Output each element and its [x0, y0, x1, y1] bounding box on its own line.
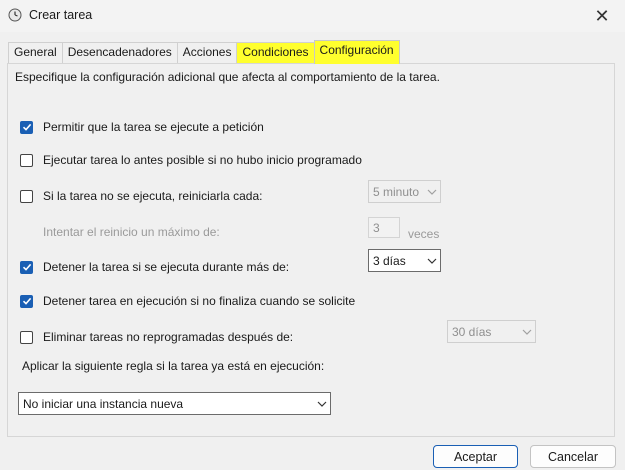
restart-attempts-label: Intentar el reinicio un máximo de:: [43, 225, 220, 239]
running-rule-label: Aplicar la siguiente regla si la tarea y…: [22, 359, 325, 373]
run-asap-checkbox[interactable]: [20, 153, 33, 167]
stop-if-longer-label: Detener la tarea si se ejecuta durante m…: [43, 260, 290, 274]
run-asap-row[interactable]: Ejecutar tarea lo antes posible si no hu…: [20, 152, 362, 168]
tab-strip: General Desencadenadores Acciones Condic…: [8, 40, 400, 64]
close-button[interactable]: ✕: [579, 0, 625, 32]
restart-attempts-unit: veces: [408, 227, 440, 241]
tab-triggers[interactable]: Desencadenadores: [61, 42, 178, 63]
allow-on-demand-row[interactable]: Permitir que la tarea se ejecute a petic…: [20, 119, 264, 135]
delete-after-select[interactable]: 30 días: [447, 320, 536, 343]
running-rule-select[interactable]: No iniciar una instancia nueva: [18, 392, 331, 415]
tab-general[interactable]: General: [8, 42, 63, 63]
chevron-down-icon: [424, 181, 440, 202]
ok-button[interactable]: Aceptar: [433, 445, 518, 468]
stop-if-longer-checkbox[interactable]: [20, 260, 33, 274]
restart-interval-value: 5 minuto: [373, 184, 420, 199]
stop-duration-value: 3 días: [373, 253, 406, 268]
stop-duration-select[interactable]: 3 días: [368, 249, 441, 272]
clock-icon: [8, 8, 22, 22]
restart-attempts-row: Intentar el reinicio un máximo de:: [43, 224, 220, 240]
close-icon: ✕: [594, 5, 610, 26]
restart-attempts-spinner[interactable]: 3: [368, 217, 400, 238]
tab-settings[interactable]: Configuración: [313, 40, 400, 64]
chevron-down-icon: [314, 393, 330, 414]
delete-task-checkbox[interactable]: [20, 330, 33, 344]
delete-task-row[interactable]: Eliminar tareas no reprogramadas después…: [20, 329, 293, 345]
restart-on-fail-row[interactable]: Si la tarea no se ejecuta, reiniciarla c…: [20, 188, 262, 204]
chevron-down-icon: [424, 250, 440, 271]
checkmark-icon: [22, 297, 31, 305]
delete-after-value: 30 días: [452, 324, 492, 339]
tab-conditions[interactable]: Condiciones: [236, 42, 315, 63]
force-stop-row[interactable]: Detener tarea en ejecución si no finaliz…: [20, 293, 355, 309]
checkmark-icon: [22, 123, 31, 131]
delete-task-label: Eliminar tareas no reprogramadas después…: [43, 330, 294, 344]
allow-on-demand-checkbox[interactable]: [20, 120, 33, 134]
restart-on-fail-label: Si la tarea no se ejecuta, reiniciarla c…: [43, 189, 263, 203]
allow-on-demand-label: Permitir que la tarea se ejecute a petic…: [43, 120, 264, 134]
window-title: Crear tarea: [29, 8, 93, 22]
stop-if-longer-row[interactable]: Detener la tarea si se ejecuta durante m…: [20, 259, 289, 275]
running-rule-value: No iniciar una instancia nueva: [23, 396, 184, 411]
title-bar: Crear tarea ✕: [0, 0, 625, 32]
restart-interval-select[interactable]: 5 minuto: [368, 180, 441, 203]
settings-description: Especifique la configuración adicional q…: [15, 70, 440, 84]
run-asap-label: Ejecutar tarea lo antes posible si no hu…: [43, 153, 362, 167]
tab-actions[interactable]: Acciones: [176, 42, 238, 63]
cancel-button[interactable]: Cancelar: [530, 445, 616, 468]
restart-on-fail-checkbox[interactable]: [20, 189, 33, 203]
force-stop-checkbox[interactable]: [20, 294, 33, 308]
force-stop-label: Detener tarea en ejecución si no finaliz…: [43, 294, 356, 308]
checkmark-icon: [22, 263, 31, 271]
chevron-down-icon: [519, 321, 535, 342]
